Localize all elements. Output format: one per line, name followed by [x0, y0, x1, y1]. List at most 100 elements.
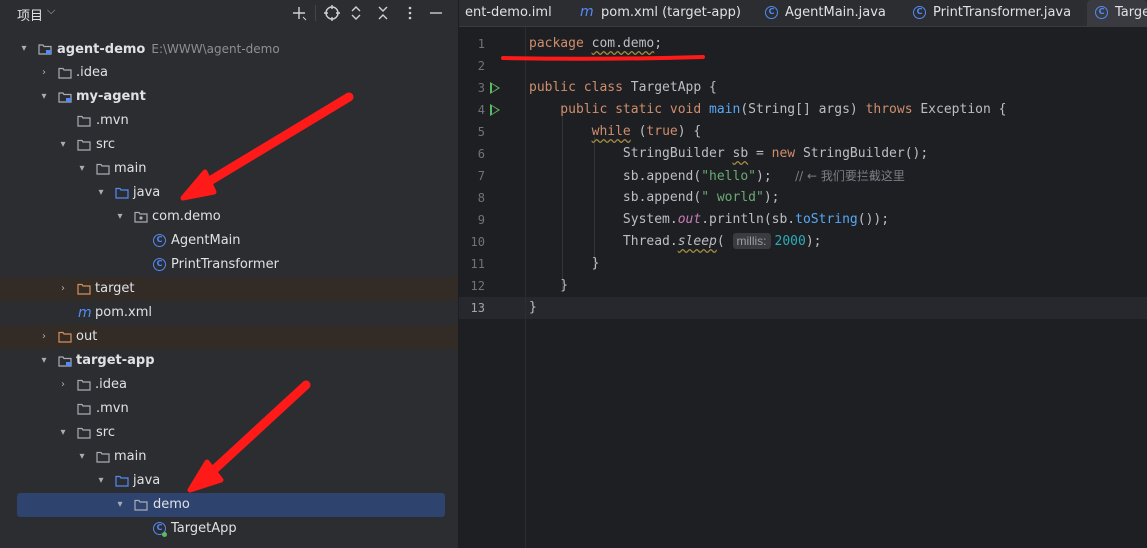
chevron-down-icon[interactable]: ▾	[38, 349, 50, 373]
chevron-down-icon[interactable]: ▾	[57, 421, 69, 445]
chevron-down-icon[interactable]: ▾	[95, 469, 107, 493]
tree-node-my-agent[interactable]: ▾ my-agent	[0, 85, 458, 109]
tree-node-com-demo[interactable]: ▾ com.demo	[0, 205, 458, 229]
module-folder-icon	[58, 91, 72, 103]
project-panel-title[interactable]: 项目	[17, 5, 43, 24]
tree-label: java	[133, 473, 161, 488]
add-icon[interactable]	[289, 3, 309, 23]
chevron-down-icon[interactable]: ▾	[18, 37, 30, 61]
package-folder-icon	[134, 211, 148, 223]
editor-tab-bar: ent-demo.iml m pom.xml (target-app) C Ag…	[459, 0, 1147, 27]
collapse-all-icon[interactable]	[373, 3, 393, 23]
class-icon: C	[913, 6, 926, 19]
chevron-down-icon[interactable]: ▾	[114, 493, 126, 517]
code-line-8: sb.append(" world");	[529, 190, 780, 205]
code-editor[interactable]: 1 2 3 4 5 6 7 8 9 10 11 12 13 package co…	[459, 27, 1147, 548]
line-number: 1	[477, 37, 485, 51]
minimize-icon[interactable]	[426, 3, 446, 23]
tree-node-out[interactable]: › out	[0, 325, 458, 349]
tree-node-agentmain[interactable]: C AgentMain	[0, 229, 458, 253]
chevron-down-icon[interactable]: ⌵	[47, 4, 55, 18]
run-main-icon[interactable]	[490, 104, 500, 116]
module-folder-icon	[58, 355, 72, 367]
project-panel: 项目 ⌵ ▾ agent-demo E:\WWW\agent-demo › .i…	[0, 0, 458, 548]
target-icon[interactable]	[322, 3, 342, 23]
code-line-5: while (true) {	[591, 124, 702, 139]
chevron-down-icon[interactable]: ▾	[114, 205, 126, 229]
tree-label: .mvn	[96, 401, 129, 416]
tree-node-idea[interactable]: › .idea	[0, 61, 458, 85]
tab-label: PrintTransformer.java	[933, 5, 1072, 20]
excluded-folder-icon	[58, 331, 72, 343]
tab-printtransformer-java[interactable]: C PrintTransformer.java	[913, 0, 1071, 26]
chevron-down-icon[interactable]: ▾	[95, 181, 107, 205]
chevron-down-icon[interactable]: ▾	[76, 157, 88, 181]
tab-label: Targe	[1115, 5, 1147, 20]
code-line-3: public class TargetApp {	[529, 80, 717, 95]
editor-gutter: 1 2 3 4 5 6 7 8 9 10 11 12 13	[459, 27, 525, 548]
chevron-right-icon[interactable]: ›	[57, 373, 69, 397]
line-number: 10	[470, 235, 485, 249]
line-number: 12	[470, 279, 485, 293]
tab-targetapp-java[interactable]: C Targe	[1087, 0, 1147, 26]
tree-label: src	[96, 425, 115, 440]
chevron-down-icon[interactable]: ▾	[38, 85, 50, 109]
chevron-right-icon[interactable]: ›	[38, 61, 50, 85]
tree-label: src	[96, 137, 115, 152]
source-folder-icon	[115, 187, 129, 199]
tab-label: pom.xml (target-app)	[601, 5, 741, 20]
tree-node-target-app[interactable]: ▾ target-app	[0, 349, 458, 373]
line-number: 6	[477, 147, 485, 161]
folder-icon	[58, 67, 72, 79]
chevron-right-icon[interactable]: ›	[57, 277, 69, 301]
folder-icon	[96, 163, 110, 175]
run-class-icon[interactable]	[490, 82, 500, 94]
tree-node-main-2[interactable]: ▾ main	[0, 445, 458, 469]
tree-node-src[interactable]: ▾ src	[0, 133, 458, 157]
tab-pom-xml[interactable]: m pom.xml (target-app)	[580, 0, 741, 26]
line-number: 7	[477, 169, 485, 183]
tree-node-target[interactable]: › target	[0, 277, 458, 301]
folder-icon	[77, 427, 91, 439]
tree-label: .idea	[95, 377, 127, 392]
tree-node-java[interactable]: ▾ java	[0, 181, 458, 205]
tree-node-main[interactable]: ▾ main	[0, 157, 458, 181]
chevron-down-icon[interactable]: ▾	[76, 445, 88, 469]
code-line-1: package com.demo;	[529, 36, 663, 51]
line-number: 4	[477, 103, 485, 117]
tree-node-pom-xml[interactable]: m pom.xml	[0, 301, 458, 325]
tree-node-demo[interactable]: ▾ demo	[0, 493, 458, 517]
tree-node-idea-2[interactable]: › .idea	[0, 373, 458, 397]
expand-all-icon[interactable]	[346, 3, 366, 23]
tree-node-printtransformer[interactable]: C PrintTransformer	[0, 253, 458, 277]
tree-node-targetapp[interactable]: C TargetApp	[0, 517, 458, 541]
folder-icon	[77, 403, 91, 415]
folder-icon	[77, 115, 91, 127]
tree-node-agent-demo[interactable]: ▾ agent-demo E:\WWW\agent-demo	[0, 37, 458, 61]
excluded-folder-icon	[77, 283, 91, 295]
tree-label: java	[133, 185, 161, 200]
tree-node-mvn-2[interactable]: .mvn	[0, 397, 458, 421]
line-number: 8	[477, 191, 485, 205]
module-folder-icon	[38, 43, 52, 55]
tree-label: .mvn	[96, 113, 129, 128]
tree-node-java-2[interactable]: ▾ java	[0, 469, 458, 493]
line-number: 3	[477, 81, 485, 95]
tree-label: main	[114, 161, 147, 176]
param-hint: millis:	[732, 233, 771, 249]
tree-label: my-agent	[76, 89, 146, 104]
runnable-class-icon: C	[1095, 6, 1108, 19]
folder-icon	[96, 451, 110, 463]
code-line-10: Thread.sleep( millis: 2000);	[529, 233, 822, 249]
more-icon[interactable]	[400, 3, 420, 23]
chevron-down-icon[interactable]: ▾	[57, 133, 69, 157]
tree-node-mvn[interactable]: .mvn	[0, 109, 458, 133]
code-line-7: sb.append("hello"); // ← 我们要拦截这里	[529, 169, 905, 184]
chevron-right-icon[interactable]: ›	[38, 325, 50, 349]
tab-agentmain-java[interactable]: C AgentMain.java	[765, 0, 886, 26]
tree-label: AgentMain	[171, 233, 241, 248]
class-icon: C	[153, 234, 166, 247]
tab-agent-demo-iml[interactable]: ent-demo.iml	[465, 0, 552, 26]
tree-node-src-2[interactable]: ▾ src	[0, 421, 458, 445]
code-line-12: }	[529, 278, 569, 293]
